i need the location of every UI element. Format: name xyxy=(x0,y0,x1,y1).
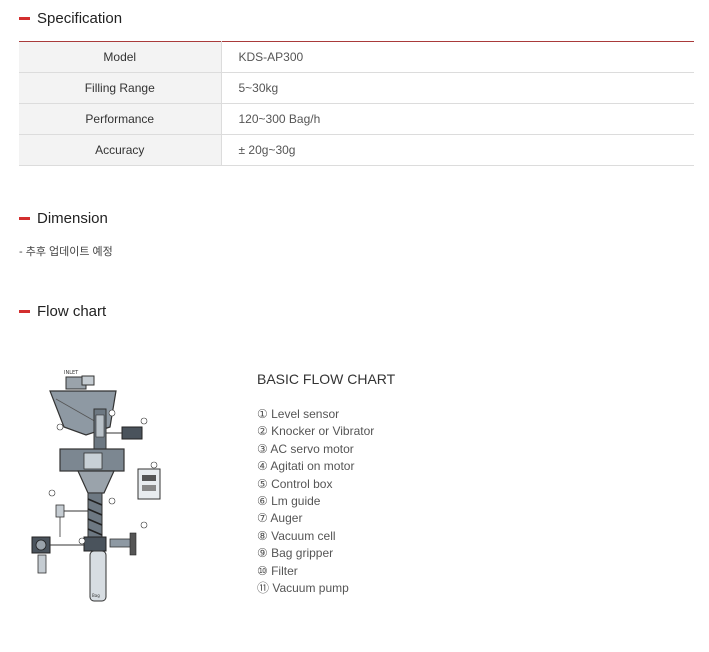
filter xyxy=(55,504,65,518)
spec-label-performance: Performance xyxy=(19,103,222,135)
list-item: ③ AC servo motor xyxy=(257,441,354,456)
dimension-note: - 추후 업데이트 예정 xyxy=(19,246,113,258)
list-item: ⑤ Control box xyxy=(257,476,333,491)
specification-section-title: Specification xyxy=(19,10,122,27)
spec-value-model: KDS-AP300 xyxy=(238,50,304,64)
flow-chart-legend: ① Level sensor ② Knocker or Vibrator ③ A… xyxy=(257,406,374,597)
list-item: ⑪ Vacuum pump xyxy=(257,580,349,595)
vacuum-cell xyxy=(109,538,133,548)
specification-table: Model KDS-AP300 Filling Range 5~30kg Per… xyxy=(19,41,694,166)
specification-title: Specification xyxy=(37,10,123,27)
dimension-section-title: Dimension xyxy=(19,210,108,227)
flow-chart-title: Flow chart xyxy=(37,303,107,320)
dimension-title: Dimension xyxy=(37,210,108,227)
filling-machine-diagram: INLET Bag xyxy=(31,370,161,602)
spec-value-filling-range: 5~30kg xyxy=(238,81,279,95)
list-item: ① Level sensor xyxy=(257,407,340,421)
flow-chart-section-title: Flow chart xyxy=(19,303,106,320)
spec-label-accuracy: Accuracy xyxy=(19,134,222,166)
spec-label-filling-range: Filling Range xyxy=(19,72,222,104)
table-row: Performance 120~300 Bag/h xyxy=(19,103,694,135)
bag-label: Bag xyxy=(92,593,100,598)
list-item: ⑨ Bag gripper xyxy=(257,546,334,561)
list-item: ⑩ Filter xyxy=(257,563,298,578)
flow-chart-heading: BASIC FLOW CHART xyxy=(257,371,396,387)
bag-gripper xyxy=(83,536,107,552)
agitation-motor xyxy=(121,426,143,440)
section-marker-icon xyxy=(19,217,30,220)
table-row: Model KDS-AP300 xyxy=(19,41,694,73)
spec-value-performance: 120~300 Bag/h xyxy=(238,112,321,126)
spec-value-accuracy: ± 20g~30g xyxy=(238,143,296,157)
list-item: ⑦ Auger xyxy=(257,511,303,526)
funnel xyxy=(77,470,115,494)
spec-label-model: Model xyxy=(19,41,222,73)
section-marker-icon xyxy=(19,310,30,313)
list-item: ④ Agitati on motor xyxy=(257,459,355,474)
table-row: Accuracy ± 20g~30g xyxy=(19,134,694,166)
inlet-label: INLET xyxy=(64,370,79,376)
table-row: Filling Range 5~30kg xyxy=(19,72,694,104)
list-item: ⑥ Lm guide xyxy=(257,493,321,508)
section-marker-icon xyxy=(19,17,30,20)
level-sensor xyxy=(81,375,95,386)
list-item: ② Knocker or Vibrator xyxy=(257,424,375,439)
control-box xyxy=(137,468,161,500)
list-item: ⑧ Vacuum cell xyxy=(257,528,336,543)
